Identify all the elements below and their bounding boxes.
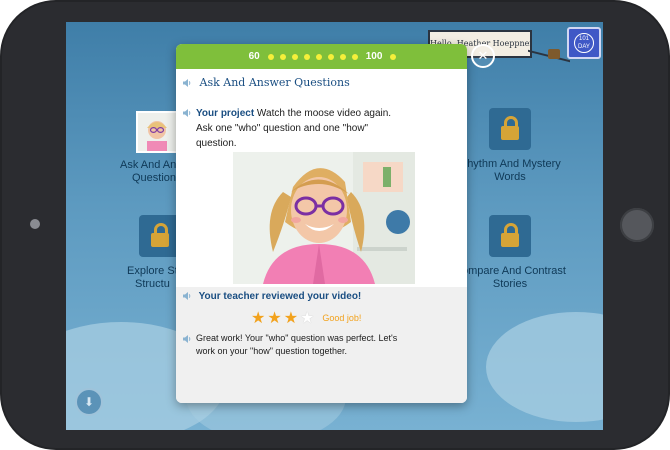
progress-start: 60 bbox=[248, 51, 260, 62]
star-rating: ★ ★ ★ ★ Good job! bbox=[251, 308, 361, 328]
progress-dot bbox=[315, 53, 322, 60]
badge-line1: 101 bbox=[578, 36, 589, 42]
home-button[interactable] bbox=[620, 208, 654, 242]
star-filled-icon: ★ bbox=[283, 310, 299, 327]
day-badge[interactable]: 101 DAY bbox=[567, 27, 601, 59]
review-modal: 60 100 Ask And Answer Questions Your pro… bbox=[176, 44, 467, 403]
speaker-icon[interactable] bbox=[182, 334, 192, 344]
close-button[interactable]: ✕ bbox=[471, 44, 495, 68]
scroll-down-button[interactable]: ⬇ bbox=[75, 388, 103, 416]
student-thumbnail bbox=[136, 111, 178, 153]
student-video-thumbnail[interactable] bbox=[233, 152, 415, 284]
cloud-decoration bbox=[486, 312, 603, 422]
speaker-icon[interactable] bbox=[182, 78, 192, 88]
reviewed-label: Your teacher reviewed your video! bbox=[198, 291, 362, 302]
teacher-feedback: Great work! Your "who" question was perf… bbox=[182, 332, 452, 358]
feedback-line-1: Great work! Your "who" question was perf… bbox=[196, 333, 398, 343]
tile-label-rhythm: Rhythm And Mystery Words bbox=[459, 158, 561, 183]
progress-dot bbox=[267, 53, 274, 60]
modal-title: Ask And Answer Questions bbox=[199, 76, 350, 89]
project-text-2: Ask one "who" question and one "how" bbox=[196, 123, 369, 134]
star-filled-icon: ★ bbox=[267, 310, 282, 327]
progress-dot bbox=[351, 53, 358, 60]
project-label: Your project bbox=[196, 108, 255, 119]
progress-dot bbox=[303, 53, 310, 60]
badge-line2: DAY bbox=[578, 44, 590, 50]
speaker-icon[interactable] bbox=[182, 108, 192, 118]
progress-dot bbox=[279, 53, 286, 60]
sign-knot bbox=[548, 49, 560, 59]
project-text-3: question. bbox=[196, 138, 237, 149]
speaker-icon[interactable] bbox=[182, 291, 192, 301]
close-icon: ✕ bbox=[477, 48, 489, 63]
review-section: Your teacher reviewed your video! ★ ★ ★ … bbox=[176, 287, 467, 403]
project-instructions: Your project Watch the moose video again… bbox=[182, 106, 458, 151]
rating-text: Good job! bbox=[322, 313, 362, 323]
progress-end: 100 bbox=[365, 51, 383, 62]
progress-dot bbox=[291, 53, 298, 60]
project-text-1: Watch the moose video again. bbox=[254, 108, 392, 119]
progress-dot bbox=[339, 53, 346, 60]
star-empty-icon: ★ bbox=[300, 310, 315, 327]
lock-icon bbox=[489, 108, 531, 150]
feedback-line-2: work on your "how" question together. bbox=[196, 346, 347, 356]
lock-icon bbox=[489, 215, 531, 257]
tile-label-compare: Compare And Contrast Stories bbox=[454, 265, 566, 290]
progress-dot bbox=[390, 53, 397, 60]
star-filled-icon: ★ bbox=[251, 310, 266, 327]
progress-bar: 60 100 bbox=[176, 44, 467, 69]
arrow-down-icon: ⬇ bbox=[83, 395, 95, 409]
badge-circle: 101 DAY bbox=[574, 33, 594, 53]
lock-icon bbox=[139, 215, 181, 257]
front-camera bbox=[30, 219, 40, 229]
progress-dot bbox=[327, 53, 334, 60]
